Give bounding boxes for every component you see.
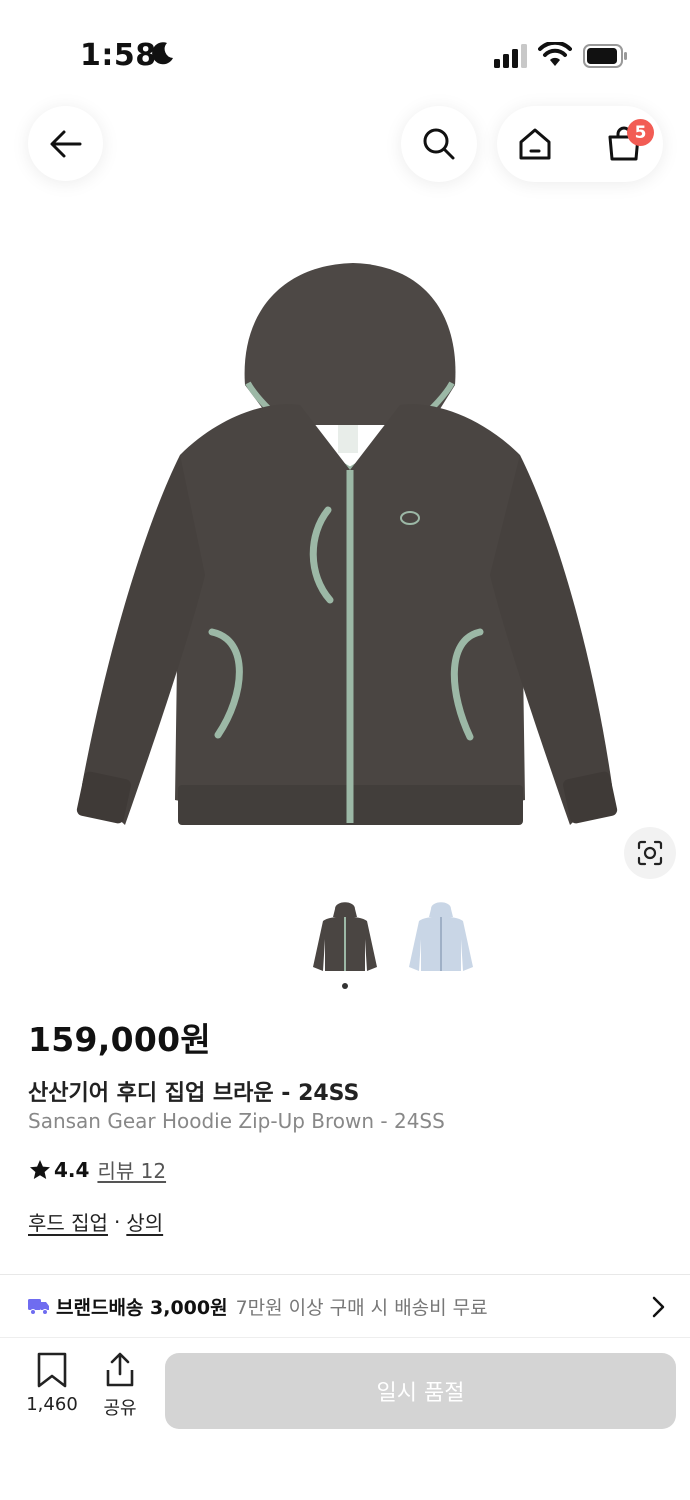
truck-icon bbox=[28, 1299, 49, 1315]
wishlist-count: 1,460 bbox=[26, 1394, 78, 1415]
share-button[interactable]: 공유 bbox=[98, 1352, 142, 1422]
visual-search-button[interactable] bbox=[624, 827, 676, 879]
category-link-hood-zipup[interactable]: 후드 집업 bbox=[28, 1207, 108, 1236]
category-separator: · bbox=[113, 1209, 121, 1234]
bottom-action-bar: 1,460 공유 일시 품절 bbox=[0, 1337, 690, 1500]
battery-icon bbox=[583, 44, 627, 68]
sold-out-button[interactable]: 일시 품절 bbox=[165, 1353, 676, 1429]
star-icon bbox=[30, 1159, 50, 1179]
bookmark-icon bbox=[37, 1352, 67, 1388]
shipping-info-row[interactable]: 브랜드배송 3,000원 7만원 이상 구매 시 배송비 무료 bbox=[0, 1275, 690, 1337]
share-icon bbox=[106, 1352, 134, 1387]
thumbnail-blue[interactable] bbox=[401, 895, 481, 975]
shipping-label: 브랜드배송 3,000원 bbox=[56, 1296, 228, 1319]
status-bar: 1:58 bbox=[0, 0, 690, 110]
category-breadcrumb: 후드 집업 · 상의 bbox=[28, 1207, 163, 1236]
search-button[interactable] bbox=[401, 106, 477, 182]
rating-value: 4.4 bbox=[54, 1157, 90, 1182]
arrow-left-icon bbox=[50, 130, 81, 157]
carousel-indicator bbox=[342, 983, 348, 989]
cellular-signal-icon bbox=[494, 44, 527, 68]
product-title-korean: 산산기어 후디 집업 브라운 - 24SS bbox=[28, 1081, 360, 1106]
home-cart-group: 5 bbox=[497, 106, 663, 182]
thumbnail-brown[interactable] bbox=[305, 895, 385, 975]
wishlist-button[interactable]: 1,460 bbox=[18, 1352, 86, 1422]
status-time: 1:58 bbox=[80, 38, 157, 73]
product-title-english: Sansan Gear Hoodie Zip-Up Brown - 24SS bbox=[28, 1109, 445, 1133]
back-button[interactable] bbox=[28, 106, 103, 181]
review-link[interactable]: 리뷰 12 bbox=[97, 1155, 166, 1184]
color-thumbnails bbox=[305, 895, 481, 975]
home-icon[interactable] bbox=[517, 126, 553, 162]
shipping-note: 7만원 이상 구매 시 배송비 무료 bbox=[235, 1296, 488, 1319]
moon-icon bbox=[152, 42, 173, 65]
chevron-right-icon bbox=[652, 1296, 665, 1318]
search-icon bbox=[423, 128, 455, 160]
share-label: 공유 bbox=[103, 1398, 137, 1419]
product-image[interactable] bbox=[70, 255, 620, 835]
category-link-top[interactable]: 상의 bbox=[126, 1207, 163, 1236]
product-price: 159,000원 bbox=[28, 1020, 212, 1059]
camera-scan-icon bbox=[637, 840, 663, 866]
cart-count-badge: 5 bbox=[627, 119, 654, 146]
wifi-icon bbox=[538, 42, 572, 66]
rating-row: 4.4 리뷰 12 bbox=[28, 1155, 166, 1184]
